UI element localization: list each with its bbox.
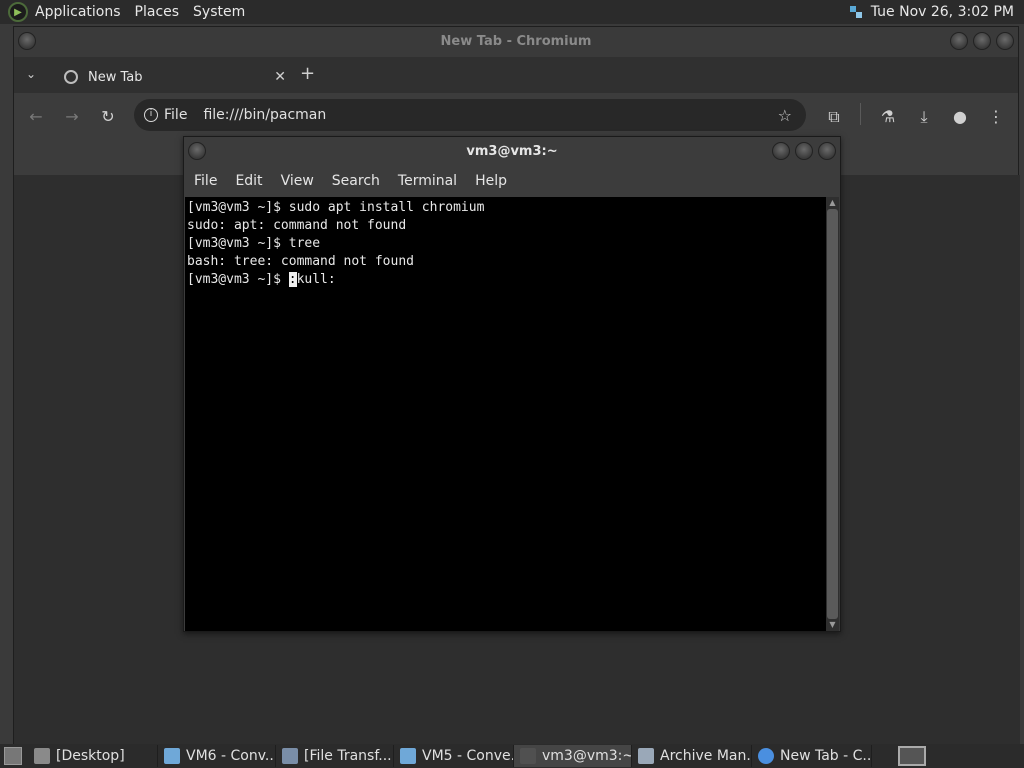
tab-search-chevron-icon[interactable]: ⌄: [26, 67, 36, 81]
applications-menu[interactable]: Applications: [28, 0, 128, 24]
terminal-input-text: kull:: [296, 272, 336, 287]
taskbar-item[interactable]: VM5 - Conve...: [394, 745, 514, 767]
task-list: [Desktop] VM6 - Conv... [File Transf... VM5…: [28, 744, 872, 768]
terminal-prompt: [vm3@vm3 ~]$: [187, 272, 289, 287]
info-icon: i: [144, 108, 158, 122]
terminal-scrollbar[interactable]: ▲ ▼: [826, 197, 839, 631]
taskbar-item-label: [Desktop]: [56, 748, 125, 764]
taskbar-item-label: VM6 - Conv...: [186, 748, 276, 764]
clock[interactable]: Tue Nov 26, 3:02 PM: [871, 4, 1014, 20]
chromium-icon: [758, 748, 774, 764]
terminal-menu-help[interactable]: Help: [467, 173, 515, 189]
terminal-window-title: vm3@vm3:~: [466, 144, 558, 159]
close-button[interactable]: [996, 32, 1014, 50]
tab-close-icon[interactable]: ✕: [274, 69, 286, 85]
bottom-taskbar: [Desktop] VM6 - Conv... [File Transf... VM5…: [0, 744, 1024, 768]
tab-title: New Tab: [88, 69, 143, 85]
browser-toolbar: ← → ↻ i File file:///bin/pacman ☆ ⧉ ⚗ ⤓ …: [14, 93, 1018, 139]
tabstrip: ⌄ New Tab ✕ +: [14, 57, 1018, 93]
taskbar-item[interactable]: VM6 - Conv...: [158, 745, 276, 767]
terminal-line: [vm3@vm3 ~]$ sudo apt install chromium: [187, 200, 485, 215]
taskbar-item-label: vm3@vm3:~: [542, 748, 632, 764]
taskbar-item[interactable]: [File Transf...: [276, 745, 394, 767]
system-menu[interactable]: System: [186, 0, 252, 24]
vm-icon: [400, 748, 416, 764]
site-info-label: File: [164, 107, 188, 123]
taskbar-item[interactable]: Archive Man...: [632, 745, 752, 767]
new-tab-plus-icon[interactable]: +: [300, 63, 315, 84]
terminal-minimize-button[interactable]: [772, 142, 790, 160]
globe-icon: [64, 70, 78, 84]
terminal-icon: [520, 748, 536, 764]
terminal-menubar: File Edit View Search Terminal Help: [184, 167, 840, 195]
address-bar[interactable]: i File file:///bin/pacman ☆: [134, 99, 806, 131]
terminal-cursor: :: [288, 272, 297, 287]
back-arrow-icon[interactable]: ←: [26, 107, 46, 126]
scroll-down-arrow-icon[interactable]: ▼: [826, 619, 839, 631]
scroll-up-arrow-icon[interactable]: ▲: [826, 197, 839, 209]
terminal-titlebar[interactable]: vm3@vm3:~: [184, 137, 840, 167]
labs-flask-icon[interactable]: ⚗: [878, 107, 898, 126]
network-icon[interactable]: [849, 5, 863, 19]
show-desktop-icon[interactable]: [4, 747, 22, 765]
terminal-menu-terminal[interactable]: Terminal: [390, 173, 465, 189]
scrollbar-thumb[interactable]: [827, 209, 838, 619]
browser-window-title: New Tab - Chromium: [440, 34, 592, 49]
reload-icon[interactable]: ↻: [98, 107, 118, 126]
minimize-button[interactable]: [950, 32, 968, 50]
terminal-menu-file[interactable]: File: [186, 173, 225, 189]
distro-logo-icon[interactable]: ▶: [8, 2, 28, 22]
taskbar-item-label: New Tab - C...: [780, 748, 872, 764]
places-menu[interactable]: Places: [128, 0, 187, 24]
terminal-menu-view[interactable]: View: [273, 173, 322, 189]
url-text[interactable]: file:///bin/pacman: [203, 107, 326, 123]
top-panel: ▶ Applications Places System Tue Nov 26,…: [0, 0, 1024, 24]
terminal-menu-search[interactable]: Search: [324, 173, 388, 189]
archive-icon: [638, 748, 654, 764]
bookmark-star-icon[interactable]: ☆: [778, 106, 792, 125]
terminal-input-line: [vm3@vm3 ~]$ :kull:: [187, 271, 825, 289]
terminal-window-menu-button[interactable]: [188, 142, 206, 160]
browser-titlebar[interactable]: New Tab - Chromium: [14, 27, 1018, 57]
terminal-window: vm3@vm3:~ File Edit View Search Terminal…: [183, 136, 841, 632]
taskbar-item[interactable]: New Tab - C...: [752, 745, 872, 767]
terminal-maximize-button[interactable]: [795, 142, 813, 160]
terminal-line: [vm3@vm3 ~]$ tree: [187, 236, 321, 251]
taskbar-item-label: [File Transf...: [304, 748, 392, 764]
vm-icon: [164, 748, 180, 764]
tab-new-tab[interactable]: New Tab ✕: [54, 61, 294, 93]
more-menu-icon[interactable]: ⋮: [986, 107, 1006, 126]
profile-avatar-icon[interactable]: ●: [950, 107, 970, 126]
terminal-line: sudo: apt: command not found: [187, 218, 407, 233]
maximize-button[interactable]: [973, 32, 991, 50]
extensions-puzzle-icon[interactable]: ⧉: [824, 107, 844, 127]
terminal-line: bash: tree: command not found: [187, 254, 414, 269]
workspace-switcher[interactable]: [898, 746, 926, 766]
site-info-button[interactable]: i File: [144, 107, 187, 123]
taskbar-item[interactable]: vm3@vm3:~: [514, 745, 632, 767]
terminal-close-button[interactable]: [818, 142, 836, 160]
folder-icon: [34, 748, 50, 764]
taskbar-item[interactable]: [Desktop]: [28, 745, 158, 767]
toolbar-divider: [860, 103, 861, 125]
window-menu-button[interactable]: [18, 32, 36, 50]
file-transfer-icon: [282, 748, 298, 764]
terminal-menu-edit[interactable]: Edit: [227, 173, 270, 189]
terminal-screen[interactable]: [vm3@vm3 ~]$ sudo apt install chromium su…: [185, 197, 827, 631]
taskbar-item-label: Archive Man...: [660, 748, 752, 764]
forward-arrow-icon[interactable]: →: [62, 107, 82, 126]
taskbar-item-label: VM5 - Conve...: [422, 748, 514, 764]
download-icon[interactable]: ⤓: [914, 107, 934, 127]
